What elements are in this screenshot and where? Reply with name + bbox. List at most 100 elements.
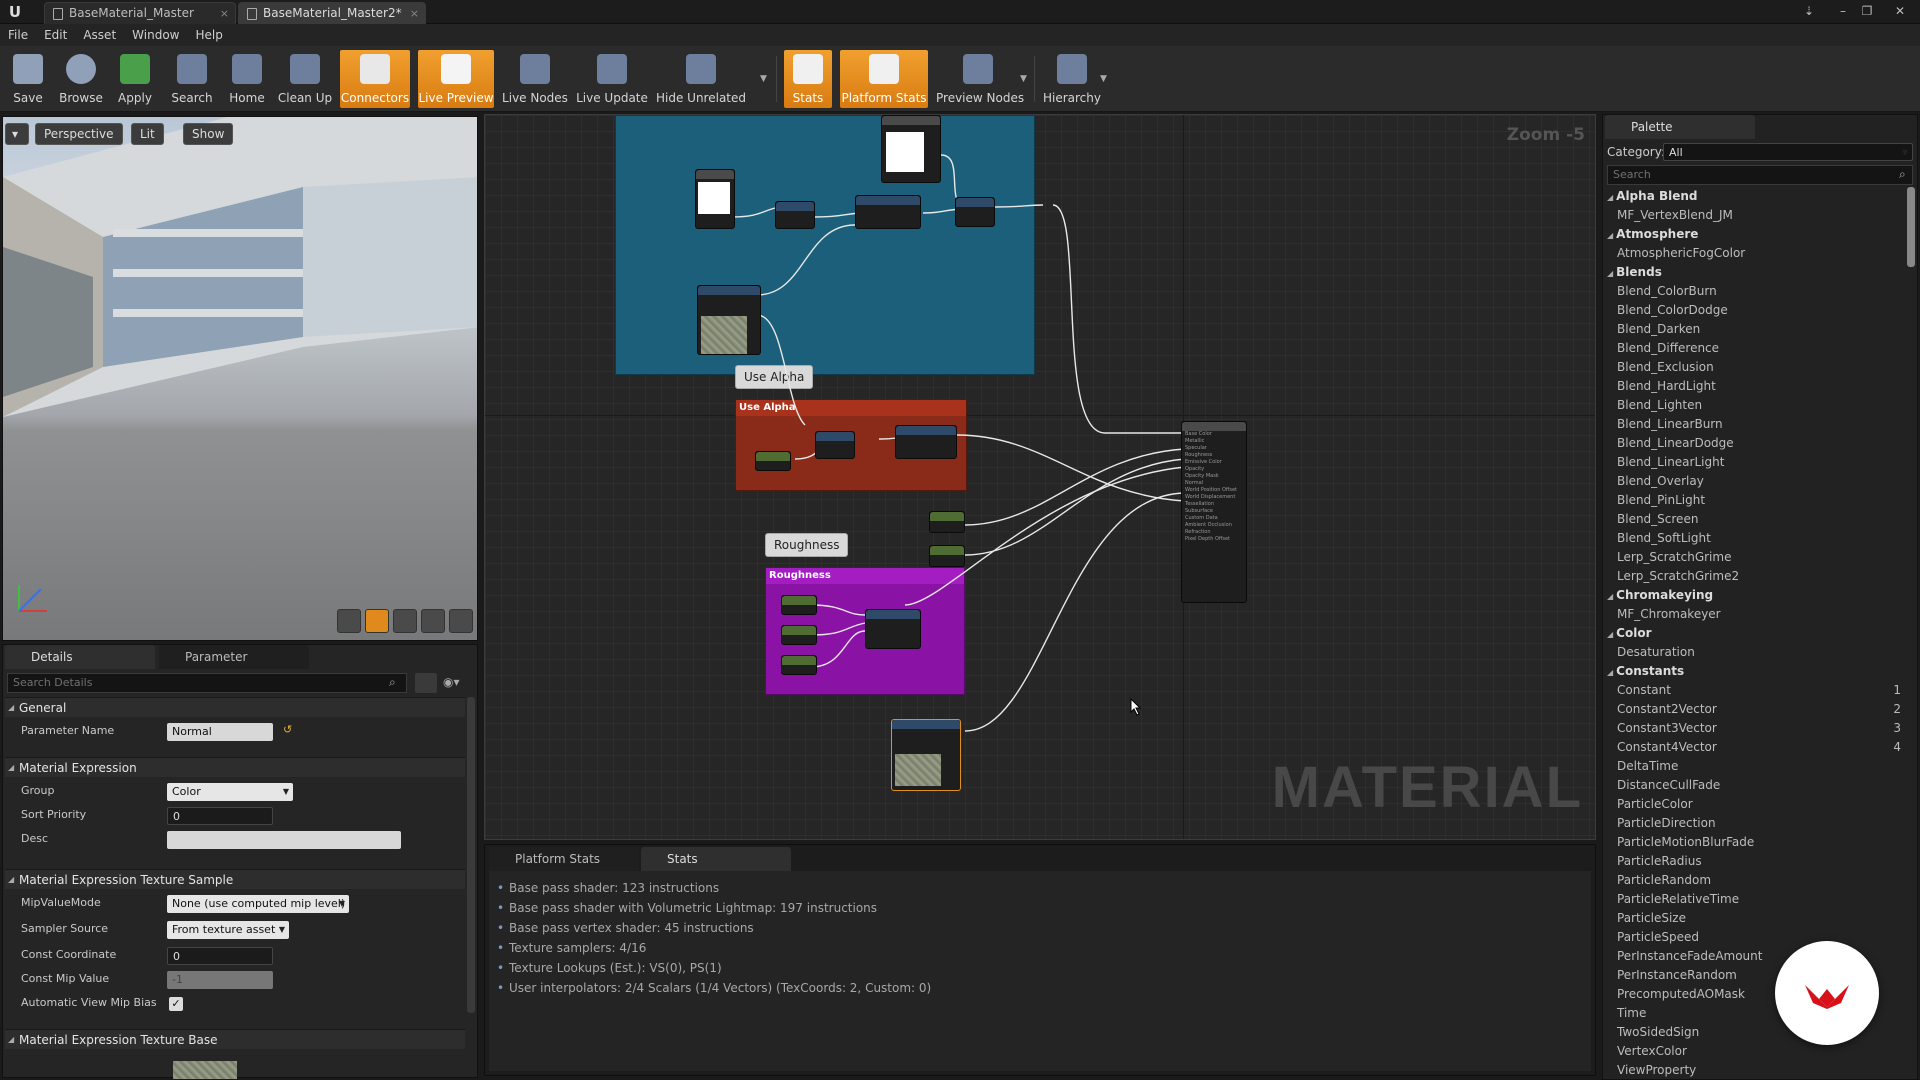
apply-button[interactable]: Apply [114, 50, 156, 108]
details-search-input[interactable]: Search Details [7, 673, 407, 693]
palette-item[interactable]: Blend_LinearDodge [1617, 434, 1734, 453]
palette-item[interactable]: Blend_LinearLight [1617, 453, 1724, 472]
palette-item[interactable]: Blend_HardLight [1617, 377, 1716, 396]
tab-palette[interactable]: Palette [1605, 115, 1755, 139]
search-button[interactable]: Search [166, 50, 218, 108]
parameter-name-field[interactable]: Normal [167, 723, 273, 741]
metallic-scalar-node[interactable] [929, 511, 965, 533]
palette-item[interactable]: MF_Chromakeyer [1617, 605, 1721, 624]
mip-value-mode-dropdown[interactable]: None (use computed mip level) [167, 895, 349, 913]
hide-unrelated-button[interactable]: Hide Unrelated [656, 50, 746, 108]
palette-scrollbar[interactable] [1907, 187, 1915, 267]
palette-item[interactable]: PerInstanceFadeAmount [1617, 947, 1762, 966]
material-result-node[interactable]: Base Color Metallic Specular Roughness Emiss… [1181, 421, 1247, 603]
home-button[interactable]: Home [224, 50, 270, 108]
palette-item[interactable]: Time [1617, 1004, 1646, 1023]
hierarchy-button[interactable]: Hierarchy [1042, 50, 1102, 108]
const-mip-value-field[interactable]: -1 [167, 971, 273, 989]
diffuse-texture-node[interactable] [697, 285, 761, 355]
menu-file[interactable]: File [0, 24, 36, 46]
palette-item[interactable]: TwoSidedSign [1617, 1023, 1699, 1042]
palette-item[interactable]: ParticleSize [1617, 909, 1686, 928]
roughness-scalar-node[interactable] [781, 595, 817, 615]
switch-parameter-node[interactable] [855, 195, 921, 229]
preview-cube-button[interactable] [421, 609, 445, 633]
property-matrix-icon[interactable] [415, 673, 437, 693]
palette-item[interactable]: Lerp_ScratchGrime2 [1617, 567, 1739, 586]
details-scrollbar[interactable] [467, 697, 475, 1013]
perspective-button[interactable]: Perspective [35, 123, 123, 145]
section-general[interactable]: General [5, 697, 465, 718]
palette-item[interactable]: Blend_Screen [1617, 510, 1698, 529]
palette-item[interactable]: Blend_SoftLight [1617, 529, 1711, 548]
alpha-multiply-node[interactable] [815, 431, 855, 459]
section-texture-base[interactable]: Material Expression Texture Base [5, 1029, 465, 1050]
browse-button[interactable]: Browse [56, 50, 106, 108]
group-dropdown[interactable]: Color [167, 783, 293, 801]
palette-search-input[interactable]: Search [1607, 165, 1913, 185]
search-icon[interactable]: ⌕ [389, 675, 403, 689]
roughness-max-node[interactable] [781, 655, 817, 675]
preview-nodes-dropdown-icon[interactable]: ▼ [1020, 74, 1027, 84]
palette-item[interactable]: Blend_ColorBurn [1617, 282, 1717, 301]
palette-item[interactable]: Lerp_ScratchGrime [1617, 548, 1731, 567]
palette-item[interactable]: Blend_Darken [1617, 320, 1700, 339]
section-material-expression[interactable]: Material Expression [5, 757, 465, 778]
minimize-icon[interactable]: – [1832, 2, 1854, 20]
palette-item[interactable]: DeltaTime [1617, 757, 1678, 776]
specular-scalar-node[interactable] [929, 545, 965, 567]
menu-window[interactable]: Window [124, 24, 187, 46]
palette-category[interactable]: Atmosphere [1607, 225, 1698, 244]
palette-category[interactable]: Alpha Blend [1607, 187, 1697, 206]
texture-thumbnail[interactable] [173, 1061, 237, 1079]
menu-edit[interactable]: Edit [36, 24, 75, 46]
eye-icon[interactable]: ◉▾ [443, 675, 460, 689]
palette-item[interactable]: ParticleDirection [1617, 814, 1716, 833]
preview-sphere-button[interactable] [365, 609, 389, 633]
palette-item[interactable]: PrecomputedAOMask [1617, 985, 1745, 1004]
live-preview-button[interactable]: Live Preview [418, 50, 494, 108]
palette-category[interactable]: Blends [1607, 263, 1662, 282]
palette-item[interactable]: VertexColor [1617, 1042, 1687, 1061]
connectors-button[interactable]: Connectors [340, 50, 410, 108]
clean-up-button[interactable]: Clean Up [276, 50, 334, 108]
lit-button[interactable]: Lit [131, 123, 164, 145]
sort-priority-field[interactable]: 0 [167, 807, 273, 825]
palette-category[interactable]: Color [1607, 624, 1651, 643]
preview-plane-button[interactable] [393, 609, 417, 633]
texture-sample-node-2[interactable] [881, 115, 941, 183]
platform-stats-button[interactable]: Platform Stats [840, 50, 928, 108]
palette-item[interactable]: Blend_PinLight [1617, 491, 1705, 510]
palette-item[interactable]: ParticleRelativeTime [1617, 890, 1739, 909]
stats-button[interactable]: Stats [784, 50, 832, 108]
palette-item[interactable]: PerInstanceRandom [1617, 966, 1737, 985]
palette-category[interactable]: Constants [1607, 662, 1684, 681]
restore-icon[interactable]: ❐ [1856, 2, 1878, 20]
material-graph-canvas[interactable]: Zoom -5 MATERIAL Use Alpha Use Alpha Rou… [484, 114, 1596, 840]
palette-item[interactable]: AtmosphericFogColor [1617, 244, 1745, 263]
menu-help[interactable]: Help [187, 24, 230, 46]
close-window-icon[interactable]: ✕ [1882, 2, 1918, 20]
multiply-node[interactable] [775, 201, 815, 229]
palette-item[interactable]: Blend_Exclusion [1617, 358, 1714, 377]
palette-item[interactable]: ParticleColor [1617, 795, 1693, 814]
palette-category[interactable]: Chromakeying [1607, 586, 1713, 605]
viewport-options-dropdown[interactable]: ▾ [5, 123, 29, 145]
palette-item[interactable]: Blend_LinearBurn [1617, 415, 1723, 434]
tab-details[interactable]: Details [5, 645, 155, 669]
tab-parameter-defaults[interactable]: Parameter Default: [159, 645, 309, 688]
notification-icon[interactable]: ⇣ [1798, 2, 1820, 20]
reset-arrow-icon[interactable]: ↺ [283, 723, 292, 736]
preview-mesh-button[interactable] [449, 609, 473, 633]
roughness-min-node[interactable] [781, 625, 817, 645]
palette-item[interactable]: Blend_ColorDodge [1617, 301, 1728, 320]
tab-platform-stats[interactable]: Platform Stats [489, 847, 639, 871]
search-icon[interactable]: ⌕ [1899, 167, 1906, 182]
category-dropdown[interactable]: All [1663, 143, 1913, 162]
palette-item[interactable]: Constant [1617, 681, 1671, 700]
preview-cylinder-button[interactable] [337, 609, 361, 633]
hierarchy-dropdown-icon[interactable]: ▼ [1100, 74, 1107, 84]
live-nodes-button[interactable]: Live Nodes [500, 50, 570, 108]
palette-item[interactable]: ViewProperty [1617, 1061, 1696, 1079]
palette-item[interactable]: Constant4Vector [1617, 738, 1717, 757]
